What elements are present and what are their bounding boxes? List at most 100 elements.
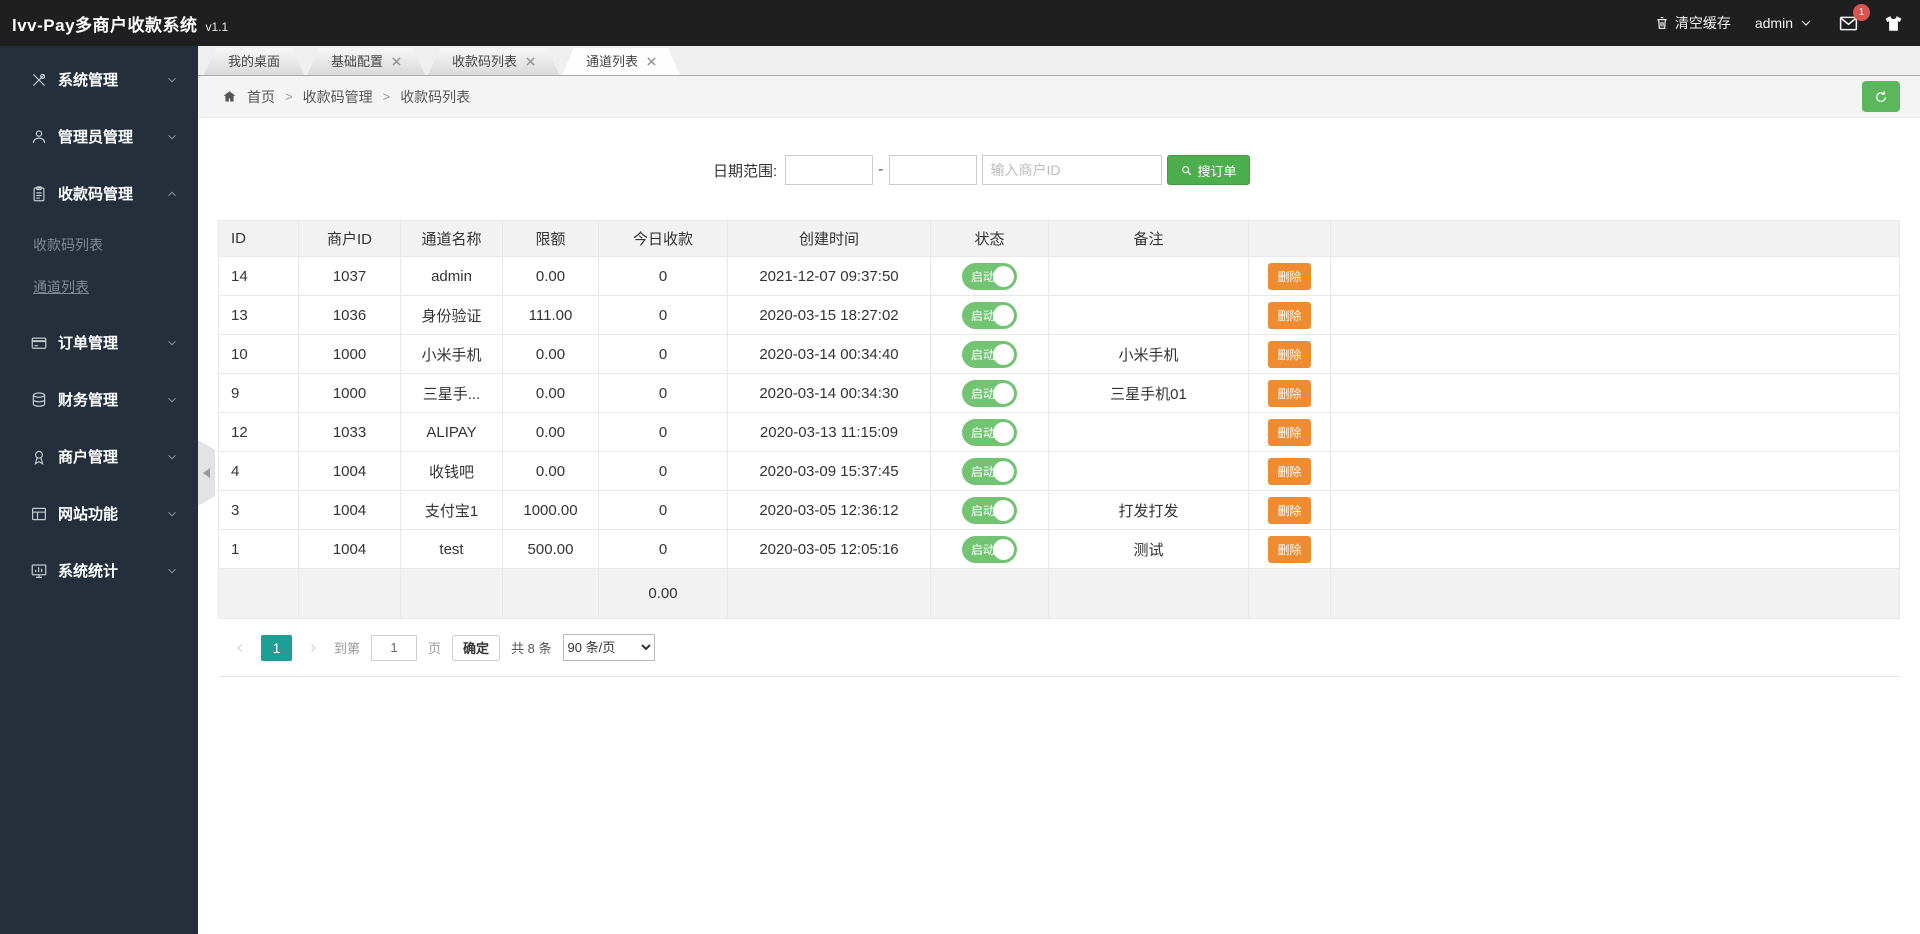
close-icon[interactable]: [392, 57, 401, 66]
status-toggle[interactable]: 启动: [962, 262, 1017, 290]
cell-id: 12: [218, 412, 299, 452]
cell-merchant-id: 1004: [298, 529, 401, 569]
column-header-id: ID: [218, 220, 299, 257]
chevron-down-icon: [168, 397, 176, 402]
status-toggle-label: 启动: [971, 308, 996, 323]
cell-today-income: 0: [598, 295, 728, 335]
cell-limit: 0.00: [502, 334, 599, 374]
theme-button[interactable]: [1883, 13, 1904, 34]
total-cell: [502, 568, 599, 619]
total-cell: [298, 568, 401, 619]
page-layout: 系统管理 管理员管理 收款码管理 收款码列表 通道列表 订单管理 财务管理 商户…: [0, 46, 1920, 934]
cell-id: 10: [218, 334, 299, 374]
status-toggle[interactable]: 启动: [962, 535, 1017, 563]
goto-page-input[interactable]: [371, 634, 418, 661]
cell-created-time: 2020-03-05 12:05:16: [727, 529, 931, 569]
sidebar: 系统管理 管理员管理 收款码管理 收款码列表 通道列表 订单管理 财务管理 商户…: [0, 46, 198, 934]
cell-status: 启动: [930, 490, 1049, 530]
table-row: 9 1000 三星手... 0.00 0 2020-03-14 00:34:30…: [218, 373, 1900, 413]
sidebar-item-merchant-management[interactable]: 商户管理: [0, 428, 198, 485]
status-toggle[interactable]: 启动: [962, 496, 1017, 524]
sidebar-item-finance-management[interactable]: 财务管理: [0, 371, 198, 428]
close-icon[interactable]: [647, 57, 656, 66]
sidebar-item-payment-code-management[interactable]: 收款码管理: [0, 165, 198, 222]
delete-button[interactable]: 删除: [1268, 379, 1311, 407]
sidebar-item-website-functions[interactable]: 网站功能: [0, 485, 198, 542]
status-toggle-label: 启动: [971, 542, 996, 557]
user-menu[interactable]: admin: [1755, 15, 1814, 31]
column-header-filler: [1330, 220, 1900, 257]
clear-cache-button[interactable]: 清空缓存: [1654, 13, 1731, 33]
column-header-status: 状态: [930, 220, 1049, 257]
filler-cell: [1330, 295, 1900, 335]
refresh-button[interactable]: [1862, 81, 1900, 112]
delete-button[interactable]: 删除: [1268, 340, 1311, 368]
column-header-limit: 限额: [502, 220, 599, 257]
delete-button[interactable]: 删除: [1268, 301, 1311, 329]
sidebar-submenu: 收款码列表 通道列表: [0, 222, 198, 314]
cell-created-time: 2021-12-07 09:37:50: [727, 256, 931, 296]
breadcrumb-payment-code-management[interactable]: 收款码管理: [303, 87, 373, 107]
breadcrumb: 首页 > 收款码管理 > 收款码列表: [222, 87, 470, 107]
table-row: 3 1004 支付宝1 1000.00 0 2020-03-05 12:36:1…: [218, 490, 1900, 530]
breadcrumb-home[interactable]: 首页: [247, 87, 275, 107]
sidebar-item-order-management[interactable]: 订单管理: [0, 314, 198, 371]
next-page-button[interactable]: [303, 635, 323, 661]
current-page-button[interactable]: 1: [261, 634, 292, 661]
sidebar-item-label: 商户管理: [58, 449, 119, 466]
status-toggle-label: 启动: [971, 347, 996, 362]
cell-limit: 1000.00: [502, 490, 599, 530]
cell-action: 删除: [1248, 451, 1331, 491]
status-toggle[interactable]: 启动: [962, 379, 1017, 407]
sidebar-subitem-channel-list[interactable]: 通道列表: [0, 266, 198, 308]
cell-created-time: 2020-03-05 12:36:12: [727, 490, 931, 530]
close-icon[interactable]: [526, 57, 535, 66]
cell-action: 删除: [1248, 334, 1331, 374]
prev-page-button[interactable]: [230, 635, 250, 661]
cell-merchant-id: 1036: [298, 295, 401, 335]
breadcrumb-payment-code-list[interactable]: 收款码列表: [400, 87, 470, 107]
search-button[interactable]: 搜订单: [1166, 155, 1250, 185]
goto-page-prefix: 到第: [334, 641, 361, 656]
sidebar-subitem-payment-code-list[interactable]: 收款码列表: [0, 224, 198, 266]
cell-action: 删除: [1248, 529, 1331, 569]
tab-basic-config[interactable]: 基础配置: [307, 48, 425, 75]
sidebar-item-admin-management[interactable]: 管理员管理: [0, 108, 198, 165]
cell-limit: 500.00: [502, 529, 599, 569]
messages-button[interactable]: 1: [1838, 3, 1870, 34]
tab-my-desktop[interactable]: 我的桌面: [204, 48, 304, 75]
delete-button[interactable]: 删除: [1268, 418, 1311, 446]
confirm-page-button[interactable]: 确定: [452, 634, 501, 661]
page-size-select[interactable]: 90 条/页: [562, 634, 655, 661]
delete-button[interactable]: 删除: [1268, 535, 1311, 563]
chevron-down-icon: [168, 568, 176, 573]
total-cell: [1048, 568, 1249, 619]
delete-button[interactable]: 删除: [1268, 496, 1311, 524]
tab-channel-list[interactable]: 通道列表: [562, 48, 680, 75]
status-toggle[interactable]: 启动: [962, 418, 1017, 446]
cell-channel-name: 收钱吧: [400, 451, 503, 491]
delete-button[interactable]: 删除: [1268, 262, 1311, 290]
sidebar-collapse-handle[interactable]: [198, 440, 215, 506]
toggle-knob: [993, 421, 1014, 443]
sidebar-item-system-statistics[interactable]: 系统统计: [0, 542, 198, 599]
chevron-left-icon: [237, 643, 242, 652]
delete-button[interactable]: 删除: [1268, 457, 1311, 485]
toggle-knob: [993, 304, 1014, 326]
filler-cell: [1330, 334, 1900, 374]
tab-payment-code-list[interactable]: 收款码列表: [428, 48, 559, 75]
date-start-input[interactable]: [785, 155, 874, 185]
date-end-input[interactable]: [888, 155, 977, 185]
toggle-knob: [993, 343, 1014, 365]
status-toggle[interactable]: 启动: [962, 457, 1017, 485]
table-row: 4 1004 收钱吧 0.00 0 2020-03-09 15:37:45 启动…: [218, 451, 1900, 491]
cell-today-income: 0: [598, 451, 728, 491]
merchant-id-input[interactable]: [981, 155, 1162, 185]
cell-id: 3: [218, 490, 299, 530]
total-today-income: 0.00: [598, 568, 728, 619]
status-toggle[interactable]: 启动: [962, 301, 1017, 329]
sidebar-item-system-management[interactable]: 系统管理: [0, 51, 198, 108]
column-header-created-time: 创建时间: [727, 220, 931, 257]
filler-cell: [1330, 412, 1900, 452]
status-toggle[interactable]: 启动: [962, 340, 1017, 368]
